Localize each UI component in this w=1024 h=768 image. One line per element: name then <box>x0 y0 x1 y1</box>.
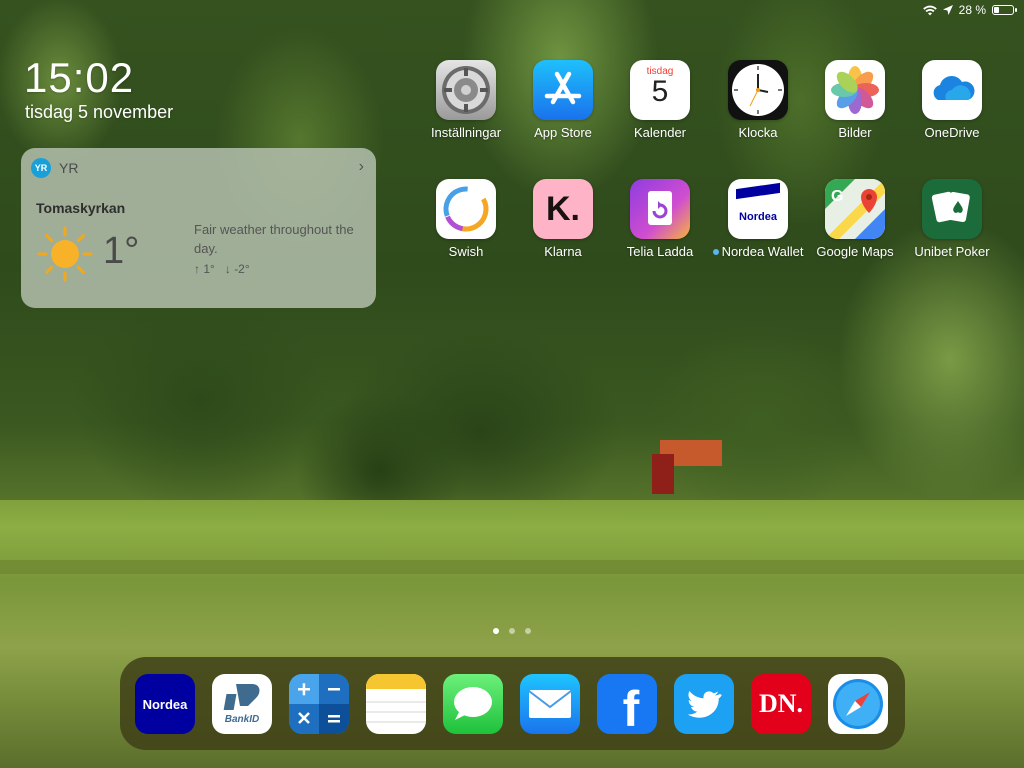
app-nordea-wallet[interactable]: Nordea Nordea Wallet <box>712 179 804 259</box>
yr-logo-icon: YR <box>31 158 51 178</box>
bankid-label: BankID <box>224 714 260 725</box>
widget-app-name: YR <box>59 160 79 176</box>
nordea-icon: Nordea <box>142 696 188 712</box>
page-dot[interactable] <box>509 628 515 634</box>
max-temperature: 1° <box>203 262 215 276</box>
app-label: Bilder <box>838 125 872 140</box>
location-arrow-icon <box>942 5 953 15</box>
battery-percent: 28 % <box>958 3 986 17</box>
messages-icon <box>454 687 492 720</box>
svg-text:G: G <box>831 188 843 205</box>
app-label: Klarna <box>544 244 582 259</box>
app-label: Swish <box>448 244 484 259</box>
nordea-wallet-icon: Nordea <box>728 179 788 239</box>
nordea-brand: Nordea <box>739 211 777 223</box>
app-klocka[interactable]: Klocka <box>713 60 803 140</box>
app-label: OneDrive <box>924 125 980 140</box>
app-onedrive[interactable]: OneDrive <box>907 60 997 140</box>
unibet-poker-icon <box>922 179 982 239</box>
onedrive-icon <box>922 60 982 120</box>
weather-location: Tomaskyrkan <box>36 200 126 216</box>
wifi-icon <box>922 5 937 15</box>
app-label: Nordea Wallet <box>712 244 804 259</box>
app-unibet-poker[interactable]: Unibet Poker <box>907 179 997 259</box>
calendar-day: 5 <box>651 75 669 108</box>
dn-icon: DN. <box>758 689 804 718</box>
twitter-icon <box>687 691 722 718</box>
temperature-range: ↑ 1° ↓ -2° <box>194 262 250 276</box>
status-bar: 28 % <box>922 3 1017 17</box>
chevron-right-icon[interactable]: › <box>359 158 364 176</box>
google-maps-icon: G <box>825 179 885 239</box>
mail-icon <box>528 690 572 718</box>
app-bilder[interactable]: Bilder <box>810 60 900 140</box>
page-indicator[interactable] <box>493 628 531 634</box>
calendar-icon: tisdag 5 <box>630 60 690 120</box>
app-store-icon <box>533 60 593 120</box>
settings-icon <box>436 60 496 120</box>
current-temperature: 1° <box>103 230 140 272</box>
telia-ladda-icon <box>630 179 690 239</box>
dock-app-bankid[interactable]: BankID <box>212 674 272 734</box>
arrow-up-icon: ↑ <box>194 262 200 276</box>
safari-icon <box>833 679 883 729</box>
clock-date: tisdag 5 november <box>25 102 174 122</box>
battery-icon <box>992 5 1017 15</box>
app-label: Google Maps <box>816 244 894 259</box>
dock-app-facebook[interactable]: f <box>597 674 657 734</box>
dock-app-dn[interactable]: DN. <box>751 674 811 734</box>
app-kalender[interactable]: tisdag 5 Kalender <box>615 60 705 140</box>
dock-app-messages[interactable] <box>443 674 503 734</box>
klarna-glyph: K. <box>546 189 580 228</box>
min-temperature: -2° <box>234 262 250 276</box>
dock-app-twitter[interactable] <box>674 674 734 734</box>
weather-description: Fair weather throughout the day. <box>194 222 354 256</box>
yr-weather-widget[interactable]: YR YR › Tomaskyrkan 1° Fair weather thro… <box>21 148 376 308</box>
bankid-icon <box>223 684 260 710</box>
app-label: Kalender <box>633 125 687 140</box>
dock-app-mail[interactable] <box>520 674 580 734</box>
dock: Nordea BankID f DN. <box>120 657 905 750</box>
clock-time: 15:02 <box>24 54 135 101</box>
app-label: App Store <box>534 125 592 140</box>
dock-app-safari[interactable] <box>828 674 888 734</box>
photos-icon <box>825 60 885 120</box>
dock-app-calculator[interactable] <box>289 674 349 734</box>
arrow-down-icon: ↓ <box>224 262 231 276</box>
sun-icon <box>37 226 93 282</box>
calculator-icon <box>289 674 349 734</box>
app-label: Telia Ladda <box>626 244 694 259</box>
new-install-dot <box>712 248 719 255</box>
klarna-icon: K. <box>533 179 593 239</box>
app-telia-ladda[interactable]: Telia Ladda <box>615 179 705 259</box>
app-google-maps[interactable]: G Google Maps <box>810 179 900 259</box>
app-klarna[interactable]: K. Klarna <box>518 179 608 259</box>
app-label: Klocka <box>738 125 778 140</box>
dock-app-notes[interactable] <box>366 674 426 734</box>
swish-icon <box>436 179 496 239</box>
app-swish[interactable]: Swish <box>421 179 511 259</box>
app-label: Inställningar <box>430 125 502 140</box>
app-label-text: Nordea Wallet <box>721 244 804 259</box>
notes-icon <box>366 674 426 723</box>
page-dot[interactable] <box>525 628 531 634</box>
app-installningar[interactable]: Inställningar <box>421 60 511 140</box>
page-dot[interactable] <box>493 628 499 634</box>
dock-app-nordea[interactable]: Nordea <box>135 674 195 734</box>
app-app-store[interactable]: App Store <box>518 60 608 140</box>
clock-icon <box>728 60 788 120</box>
widget-header: YR YR <box>31 158 78 178</box>
app-label: Unibet Poker <box>914 244 990 259</box>
facebook-icon: f <box>622 681 640 734</box>
red-house-image <box>652 440 722 494</box>
